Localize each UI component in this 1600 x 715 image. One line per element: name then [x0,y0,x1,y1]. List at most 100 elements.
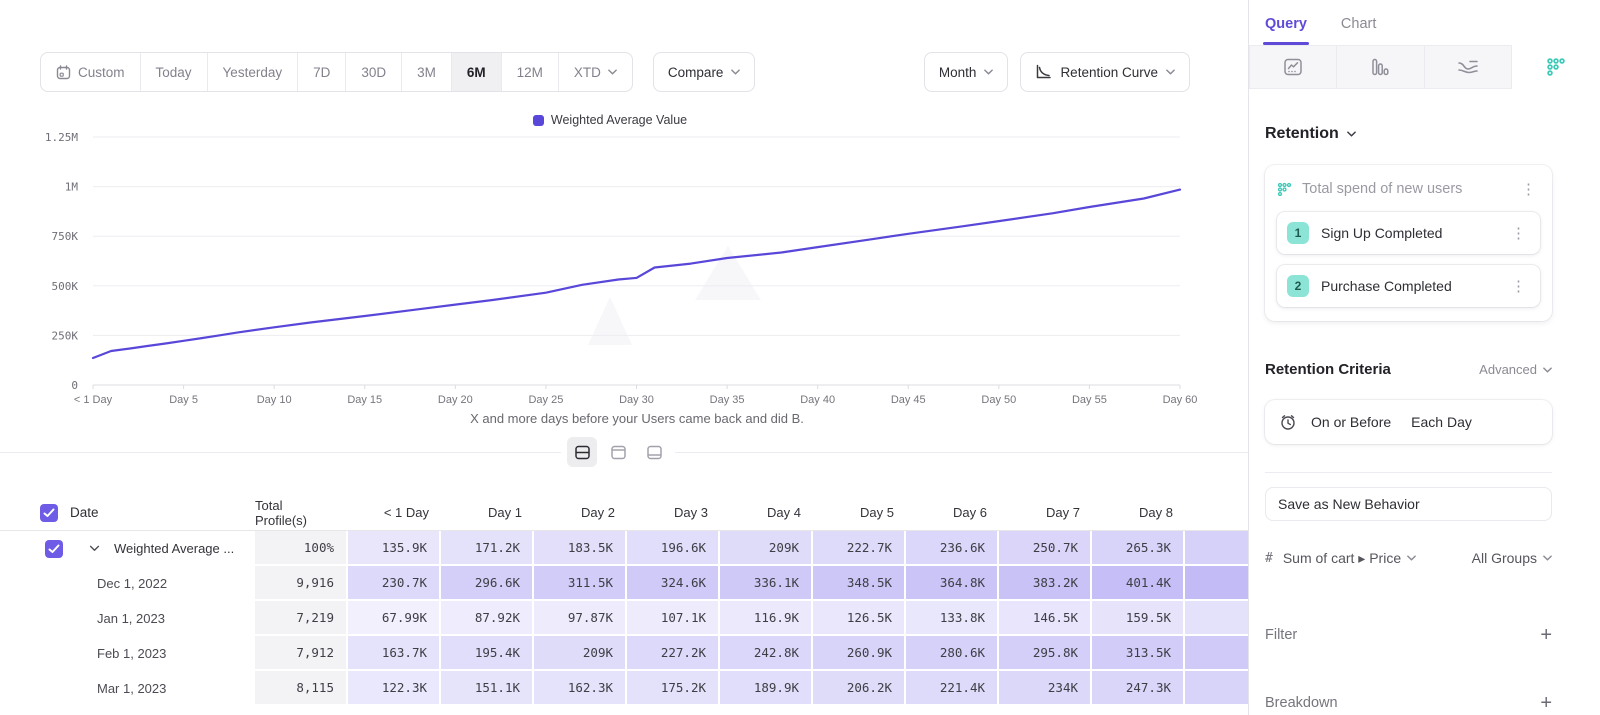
kebab-menu-icon[interactable]: ⋮ [1507,277,1530,296]
cell-value: 247.3K [1092,671,1185,706]
add-filter-button[interactable]: + [1540,625,1552,645]
query-sidebar: Query Chart [1248,0,1600,715]
toolbar-right: Month Retention Curve [924,52,1190,92]
chart-type-dropdown[interactable]: Retention Curve [1020,52,1190,92]
chevron-down-icon [984,69,993,75]
svg-text:Day 55: Day 55 [1072,394,1107,406]
chevron-down-icon [608,69,617,75]
measure-property-dropdown[interactable]: Sum of cart ▸ Price [1283,550,1416,567]
kebab-menu-icon[interactable]: ⋮ [1517,180,1540,199]
flows-icon[interactable] [1425,45,1513,89]
table-row: Mar 1, 20238,115122.3K151.1K162.3K175.2K… [0,671,1248,706]
criteria-mode-label: Advanced [1479,362,1537,377]
cell-value: 107.1K [627,601,720,636]
cell-value: 364.8K [906,566,999,601]
retention-criteria-row: Retention Criteria Advanced [1265,361,1552,378]
range-3m[interactable]: 3M [402,53,452,91]
cell-value: 401.4K [1092,566,1185,601]
table-row: Feb 1, 20237,912163.7K195.4K209K227.2K24… [0,636,1248,671]
cell-value: 196.6K [627,531,720,566]
criteria-condition-card[interactable]: On or Before Each Day [1265,400,1552,444]
range-6m[interactable]: 6M [452,53,502,91]
svg-text:0: 0 [71,379,78,392]
tab-chart[interactable]: Chart [1341,16,1376,45]
column-header: Day 4 [720,495,813,530]
cell-value: 195.4K [441,636,534,671]
svg-text:1.25M: 1.25M [45,131,78,144]
chart-gridlines [93,137,1180,385]
breakdown-section: Breakdown + [1265,693,1552,713]
cell-value: 280.6K [906,636,999,671]
svg-text:Day 50: Day 50 [981,394,1016,406]
granularity-dropdown[interactable]: Month [924,52,1009,92]
report-section-dropdown[interactable]: Retention [1265,125,1552,143]
funnels-icon[interactable] [1337,45,1425,89]
table-view-icon[interactable] [639,437,669,467]
groups-label: All Groups [1472,550,1537,566]
select-all-checkbox[interactable] [40,504,58,522]
insights-icon[interactable] [1249,45,1337,89]
table-row: Dec 1, 20229,916230.7K296.6K311.5K324.6K… [0,566,1248,601]
range-30d[interactable]: 30D [346,53,402,91]
cell-value: 260.9K [813,636,906,671]
cell-value: 67.99K [348,601,441,636]
svg-text:Day 15: Day 15 [347,394,382,406]
table-row: Jan 1, 20237,21967.99K87.92K97.87K107.1K… [0,601,1248,636]
range-7d[interactable]: 7D [298,53,346,91]
range-12m[interactable]: 12M [502,53,559,91]
cell-partial-next-day [1185,531,1248,566]
chart-view-icon[interactable] [603,437,633,467]
column-header: < 1 Day [348,495,441,530]
behavior-step-1[interactable]: 1Sign Up Completed⋮ [1277,212,1540,254]
save-as-new-behavior-button[interactable]: Save as New Behavior [1265,487,1552,521]
step-event-label: Purchase Completed [1321,278,1495,294]
range-label: 30D [361,65,386,80]
cell-value: 236.6K [906,531,999,566]
range-custom[interactable]: Custom [41,53,141,91]
row-label: Mar 1, 2023 [97,681,166,696]
cell-value: 234K [999,671,1092,706]
svg-text:Day 40: Day 40 [800,394,835,406]
criteria-mode-dropdown[interactable]: Advanced [1479,362,1552,377]
calendar-icon [56,65,71,80]
column-header: Day 1 [441,495,534,530]
range-yesterday[interactable]: Yesterday [208,53,299,91]
measure-row: # Sum of cart ▸ Price All Groups [1265,543,1552,573]
retention-icon[interactable] [1512,45,1600,89]
toolbar: CustomTodayYesterday7D 30D 3M 6M12MXTD Comp… [40,52,1190,92]
chevron-down-icon [1347,131,1356,137]
groups-dropdown[interactable]: All Groups [1472,550,1552,566]
cell-value: 171.2K [441,531,534,566]
behavior-step-2[interactable]: 2 Purchase Completed ⋮ [1277,265,1540,307]
tab-query[interactable]: Query [1265,16,1307,45]
range-today[interactable]: Today [141,53,208,91]
row-checkbox[interactable] [45,540,63,558]
retention-line-chart: 0250K500K750K1M1.25M < 1 DayDay 5Day 10D… [0,105,1248,435]
cell-value: 97.87K [534,601,627,636]
cell-partial-next-day [1185,636,1248,671]
expand-row-chevron-icon[interactable] [89,545,100,552]
range-xtd[interactable]: XTD [559,53,632,91]
cell-value: 222.7K [813,531,906,566]
filter-label: Filter [1265,627,1297,643]
column-header-date: Date [70,505,99,520]
chevron-down-icon [1407,555,1416,561]
range-label: 3M [417,65,436,80]
cell-total-profiles: 100% [255,531,348,566]
compare-button[interactable]: Compare [653,52,756,92]
step-number-badge: 2 [1287,275,1309,297]
add-breakdown-button[interactable]: + [1540,693,1552,713]
behavior-steps: 1Sign Up Completed⋮ 2 Purchase Completed ⋮ [1277,212,1540,307]
cell-value: 209K [720,531,813,566]
cell-value: 383.2K [999,566,1092,601]
cell-value: 122.3K [348,671,441,706]
kebab-menu-icon[interactable]: ⋮ [1507,224,1530,243]
toolbar-left: CustomTodayYesterday7D 30D 3M 6M12MXTD Comp… [40,52,755,92]
column-header: Day 2 [534,495,627,530]
column-header: Day 6 [906,495,999,530]
retention-curve-icon [1035,64,1052,80]
split-view-icon[interactable] [567,437,597,467]
cell-value: 324.6K [627,566,720,601]
criteria-condition: On or Before [1311,414,1391,430]
cell-value: 183.5K [534,531,627,566]
